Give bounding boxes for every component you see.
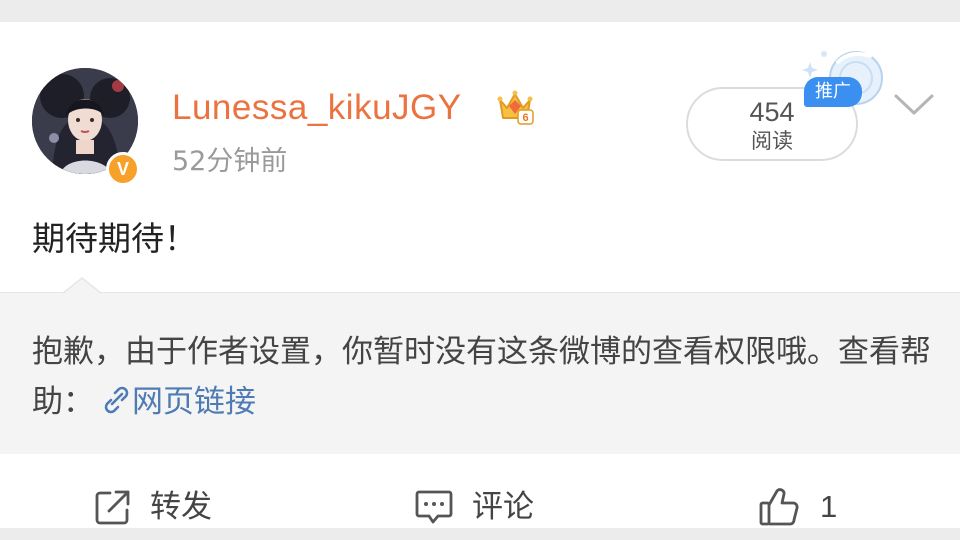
chevron-down-icon[interactable] xyxy=(893,92,935,118)
action-bar: 转发 评论 1 xyxy=(0,477,960,537)
username[interactable]: Lunessa_kikuJGY xyxy=(172,86,462,130)
repost-button[interactable]: 转发 xyxy=(94,477,212,537)
comment-button[interactable]: 评论 xyxy=(414,477,534,537)
comment-label: 评论 xyxy=(472,489,534,525)
verified-badge: V xyxy=(106,152,140,186)
level-number: 6 xyxy=(522,112,528,124)
post-text: 期待期待！ xyxy=(32,219,197,258)
crown-icon[interactable]: 6 xyxy=(496,88,534,126)
read-label: 阅读 xyxy=(751,129,793,153)
notice-caret xyxy=(62,277,102,295)
comment-icon xyxy=(415,490,453,524)
link-icon xyxy=(104,386,129,414)
web-link-label[interactable]: 网页链接 xyxy=(132,384,256,420)
post-card: V Lunessa_kikuJGY 6 52分钟前 454 阅读 推广 期待期待… xyxy=(0,22,960,528)
promo-badge[interactable]: 推广 xyxy=(804,77,862,107)
like-count: 1 xyxy=(820,489,838,524)
repost-label: 转发 xyxy=(150,489,212,525)
thumbs-up-icon xyxy=(759,488,799,526)
notice-text: 抱歉，由于作者设置，你暂时没有这条微博的查看权限哦。查看帮助： 网页链接 xyxy=(32,327,932,427)
share-icon xyxy=(95,490,130,525)
post-time: 52分钟前 xyxy=(172,146,288,177)
like-button[interactable]: 1 xyxy=(758,477,837,537)
web-link[interactable]: 网页链接 xyxy=(94,384,256,420)
